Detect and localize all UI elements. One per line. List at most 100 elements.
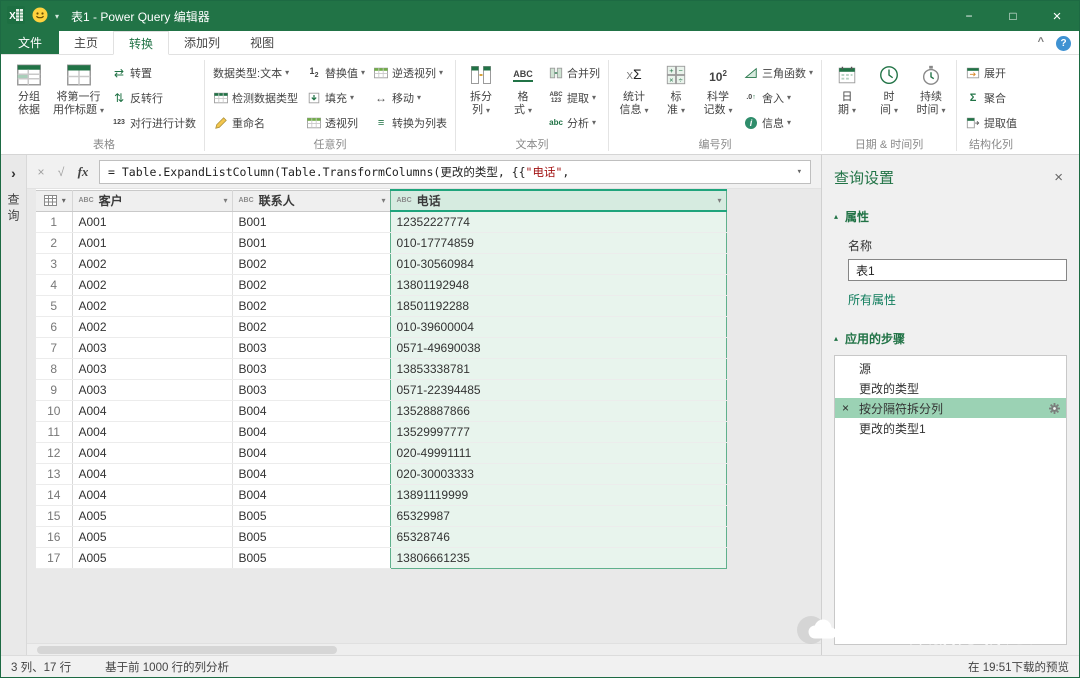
applied-step[interactable]: 源 [835,358,1066,378]
cell[interactable]: A003 [72,358,233,380]
cell[interactable]: A005 [72,505,233,527]
cell[interactable]: A002 [72,295,233,317]
cell[interactable]: 0571-49690038 [390,337,727,359]
cell[interactable]: B002 [232,316,391,338]
delete-step-icon[interactable]: × [842,401,849,415]
ribbon-button[interactable]: Σ 聚合 [961,85,1021,110]
ribbon-button[interactable]: 12 替换值 ▾ [302,60,369,85]
collapse-ribbon-icon[interactable]: ^ [1038,36,1044,48]
ribbon-tab[interactable]: 视图 [235,31,289,54]
applied-step[interactable]: × 按分隔符拆分列 [835,398,1066,418]
cell[interactable]: A004 [72,421,233,443]
row-number[interactable]: 5 [36,295,73,317]
cell[interactable]: B002 [232,274,391,296]
ribbon-button[interactable]: 填充 ▾ [302,85,369,110]
ribbon-button[interactable]: 102 科学 记数 ▾ [697,59,739,117]
cell[interactable]: B004 [232,463,391,485]
row-number[interactable]: 2 [36,232,73,254]
cell[interactable]: 13528887866 [390,400,727,422]
ribbon-button[interactable]: ⇅ 反转行 [107,85,200,110]
cell[interactable]: A004 [72,400,233,422]
formula-expand-icon[interactable]: ▾ [789,167,802,177]
row-number[interactable]: 4 [36,274,73,296]
cell[interactable]: A001 [72,211,233,233]
ribbon-button[interactable]: 分组 依据 [8,59,50,117]
filter-dropdown-icon[interactable]: ▾ [377,196,385,205]
cell[interactable]: 010-30560984 [390,253,727,275]
cell[interactable]: B003 [232,358,391,380]
minimize-button[interactable]: − [947,1,991,31]
cell[interactable]: B004 [232,442,391,464]
step-settings-gear-icon[interactable] [1049,402,1060,414]
column-header[interactable]: ABC 客户 ▾ [72,189,233,212]
row-number[interactable]: 16 [36,526,73,548]
quick-access-dropdown-icon[interactable]: ▾ [55,12,59,21]
cell[interactable]: 12352227774 [390,211,727,233]
ribbon-button[interactable]: 时间 ▾ [868,59,910,117]
properties-section-header[interactable]: ▴ 属性 [834,208,1067,225]
row-number[interactable]: 15 [36,505,73,527]
row-number[interactable]: 1 [36,211,73,233]
ribbon-button[interactable]: .0↑ 舍入 ▾ [739,85,817,110]
all-properties-link[interactable]: 所有属性 [848,291,1067,308]
ribbon-button[interactable]: 提取值 [961,110,1021,135]
row-number[interactable]: 8 [36,358,73,380]
cell[interactable]: 010-39600004 [390,316,727,338]
cell[interactable]: B002 [232,253,391,275]
column-header[interactable]: ABC 联系人 ▾ [232,189,391,212]
applied-steps-section-header[interactable]: ▴ 应用的步骤 [834,330,1067,347]
formula-cancel-icon[interactable]: × [31,165,51,179]
cell[interactable]: 010-17774859 [390,232,727,254]
row-number[interactable]: 6 [36,316,73,338]
ribbon-button[interactable]: ↔ 移动 ▾ [369,85,451,110]
ribbon-button[interactable]: 拆分列 ▾ [460,59,502,117]
ribbon-button[interactable]: ⇄ 转置 [107,60,200,85]
column-header[interactable]: ABC 电话 ▾ [390,189,727,212]
row-number[interactable]: 10 [36,400,73,422]
ribbon-button[interactable]: ≡ 转换为列表 [369,110,451,135]
cell[interactable]: B003 [232,379,391,401]
cell[interactable]: B001 [232,232,391,254]
close-panel-icon[interactable]: × [1054,169,1067,186]
row-number[interactable]: 17 [36,547,73,569]
formula-accept-icon[interactable]: √ [51,165,71,179]
ribbon-button[interactable]: 合并列 [544,60,604,85]
cell[interactable]: B005 [232,547,391,569]
cell[interactable]: B004 [232,400,391,422]
smiley-icon[interactable] [32,7,48,26]
cell[interactable]: A003 [72,337,233,359]
row-number[interactable]: 14 [36,484,73,506]
ribbon-button[interactable]: 将第一行 用作标题 ▾ [50,59,107,117]
cell[interactable]: A002 [72,274,233,296]
cell[interactable]: B005 [232,526,391,548]
applied-step[interactable]: 更改的类型1 [835,418,1066,438]
ribbon-button[interactable]: 展开 [961,60,1021,85]
ribbon-button[interactable]: + − × ÷ 标准 ▾ [655,59,697,117]
row-number[interactable]: 11 [36,421,73,443]
row-number[interactable]: 12 [36,442,73,464]
help-icon[interactable]: ? [1056,35,1071,51]
cell[interactable]: 0571-22394485 [390,379,727,401]
ribbon-button[interactable]: ABC 123 提取 ▾ [544,85,604,110]
close-button[interactable]: × [1035,1,1079,31]
cell[interactable]: 65328746 [390,526,727,548]
query-name-input[interactable]: 表1 [848,259,1067,281]
ribbon-button[interactable]: 123 对行进行计数 [107,110,200,135]
cell[interactable]: B005 [232,505,391,527]
cell[interactable]: A004 [72,484,233,506]
cell[interactable]: B002 [232,295,391,317]
cell[interactable]: B001 [232,211,391,233]
horizontal-scrollbar[interactable] [27,643,821,655]
ribbon-button[interactable]: ABC 格式 ▾ [502,59,544,117]
ribbon-button[interactable]: 重命名 [209,110,302,135]
cell[interactable]: 020-30003333 [390,463,727,485]
ribbon-tab[interactable]: 添加列 [169,31,235,54]
ribbon-button[interactable]: 三角函数 ▾ [739,60,817,85]
ribbon-button[interactable]: 透视列 [302,110,369,135]
ribbon-tab[interactable]: 主页 [59,31,113,54]
ribbon-button[interactable]: 检测数据类型 [209,85,302,110]
formula-input[interactable]: = Table.ExpandListColumn(Table.Transform… [99,159,811,184]
cell[interactable]: 020-49991111 [390,442,727,464]
cell[interactable]: B004 [232,484,391,506]
cell[interactable]: 65329987 [390,505,727,527]
